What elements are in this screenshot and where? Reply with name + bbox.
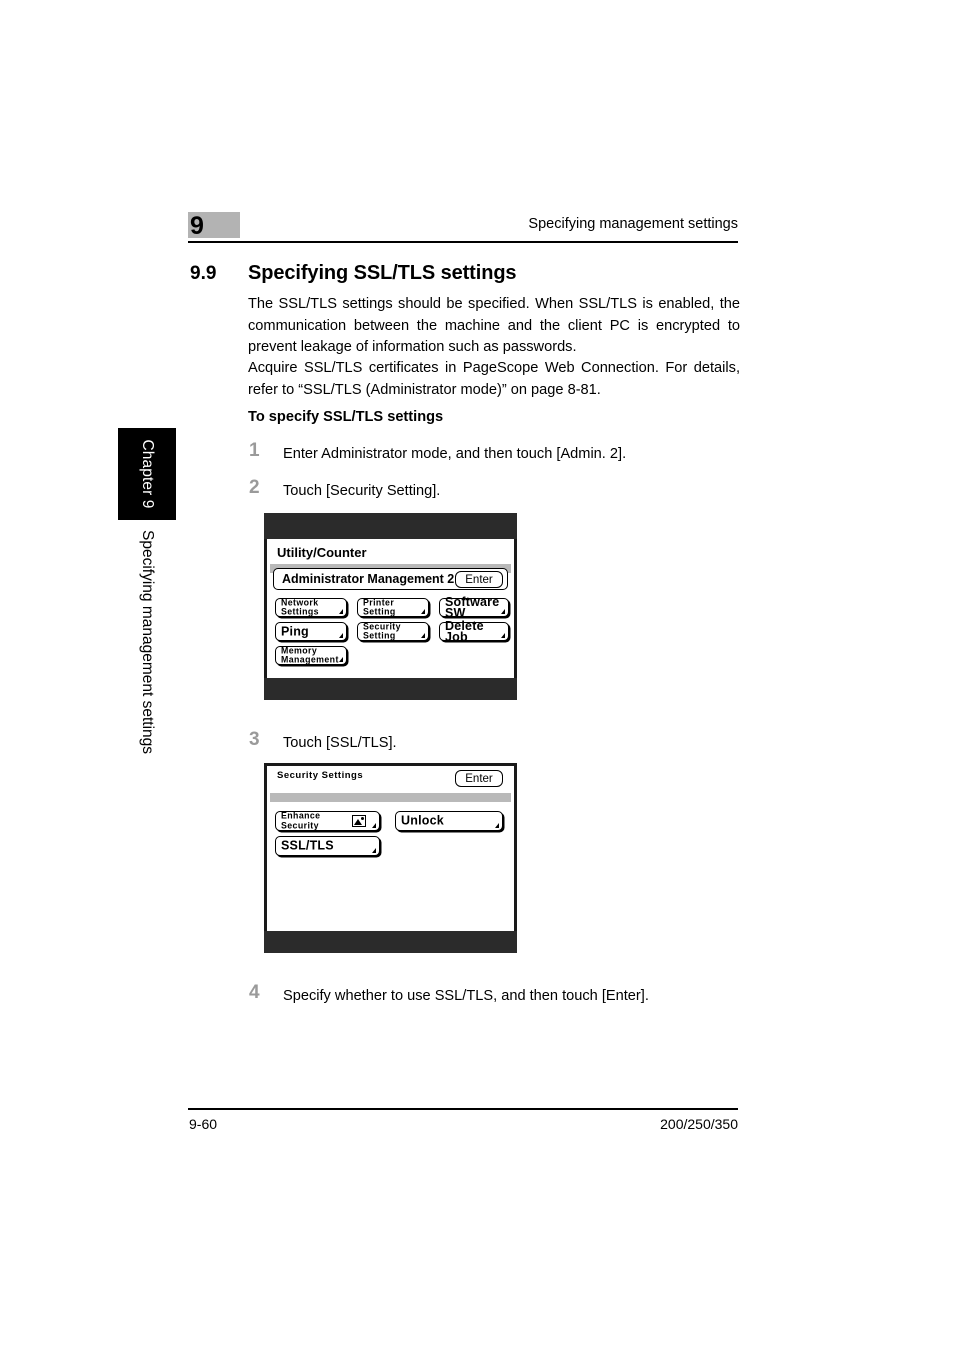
step-number-2: 2 bbox=[249, 477, 260, 498]
button-security-setting[interactable]: Security Setting bbox=[357, 621, 429, 641]
step-number-3: 3 bbox=[249, 729, 260, 750]
button-corner-icon bbox=[501, 633, 505, 638]
button-network-settings[interactable]: Network Settings bbox=[275, 597, 347, 617]
button-label: Memory Management bbox=[281, 645, 339, 665]
button-label: Network Settings bbox=[281, 597, 319, 617]
chapter-tab: Chapter 9 bbox=[118, 428, 176, 520]
lcd-bottom-band bbox=[264, 678, 517, 700]
button-ping[interactable]: Ping bbox=[275, 622, 347, 641]
sidebar-vertical-title-label: Specifying management settings bbox=[139, 530, 156, 755]
header-divider bbox=[188, 241, 738, 243]
button-memory-management[interactable]: Memory Management bbox=[275, 645, 347, 665]
button-label: SSL/TLS bbox=[281, 838, 334, 853]
button-software-sw[interactable]: Software SW bbox=[439, 594, 509, 620]
step-text-3: Touch [SSL/TLS]. bbox=[283, 735, 397, 751]
enter-button[interactable]: Enter bbox=[455, 770, 503, 787]
button-corner-icon bbox=[421, 609, 425, 614]
step-number-1: 1 bbox=[249, 440, 260, 461]
button-corner-icon bbox=[372, 848, 376, 853]
running-head: 9 Specifying management settings bbox=[188, 212, 738, 244]
step-text-1: Enter Administrator mode, and then touch… bbox=[283, 446, 627, 462]
footer-page-number: 9-60 bbox=[189, 1116, 218, 1132]
page-title: Specifying SSL/TLS settings bbox=[248, 262, 517, 284]
enter-button[interactable]: Enter bbox=[455, 571, 503, 588]
footer-model-numbers: 200/250/350 bbox=[660, 1116, 738, 1132]
chapter-tab-label: Chapter 9 bbox=[139, 439, 156, 509]
button-ssl-tls[interactable]: SSL/TLS bbox=[275, 836, 380, 856]
lcd-bottom-band bbox=[264, 931, 517, 953]
button-label: Ping bbox=[281, 624, 309, 638]
intro-paragraph-2: Acquire SSL/TLS certificates in PageScop… bbox=[248, 360, 740, 398]
lcd-screen-title: Utility/Counter bbox=[277, 545, 367, 560]
button-corner-icon bbox=[372, 823, 376, 828]
step-text-4: Specify whether to use SSL/TLS, and then… bbox=[283, 988, 649, 1004]
intro-paragraph-1: The SSL/TLS settings should be specified… bbox=[248, 296, 740, 355]
lcd-top-band bbox=[264, 513, 517, 539]
lcd-screen-title: Security Settings bbox=[277, 770, 364, 781]
button-label: Software SW bbox=[445, 594, 500, 620]
button-delete-job[interactable]: Delete Job bbox=[439, 618, 509, 644]
button-label: Unlock bbox=[401, 813, 444, 828]
lcd-screen-area: Utility/Counter Administrator Management… bbox=[264, 539, 517, 678]
button-unlock[interactable]: Unlock bbox=[395, 811, 503, 831]
button-corner-icon bbox=[339, 633, 343, 638]
sidebar-vertical-title: Specifying management settings bbox=[118, 530, 176, 820]
step-number-4: 4 bbox=[249, 982, 260, 1003]
procedure-subheading: To specify SSL/TLS settings bbox=[248, 409, 444, 425]
lcd-screenshot-admin-management: Utility/Counter Administrator Management… bbox=[264, 513, 517, 700]
button-printer-setting[interactable]: Printer Setting bbox=[357, 597, 429, 617]
button-label: Enhance Security bbox=[281, 810, 321, 830]
lcd-screenshot-security-settings: Security Settings Enter Enhance Security… bbox=[264, 763, 517, 953]
button-corner-icon bbox=[339, 609, 343, 614]
button-corner-icon bbox=[421, 633, 425, 638]
lcd-titlebar-label: Administrator Management 2 bbox=[282, 572, 455, 586]
button-label: Printer Setting bbox=[363, 597, 396, 617]
page-canvas: Chapter 9 Specifying management settings… bbox=[0, 0, 954, 1350]
button-corner-icon bbox=[501, 609, 505, 614]
button-corner-icon bbox=[495, 823, 499, 828]
step-text-2: Touch [Security Setting]. bbox=[283, 483, 441, 499]
image-glyph-icon bbox=[352, 815, 366, 827]
footer-divider bbox=[188, 1108, 738, 1110]
lcd-gray-separator bbox=[270, 793, 511, 802]
section-number: 9.9 bbox=[190, 263, 217, 284]
chapter-number: 9 bbox=[190, 212, 204, 240]
running-head-title: Specifying management settings bbox=[528, 216, 738, 232]
button-label: Security Setting bbox=[363, 621, 401, 641]
button-corner-icon bbox=[339, 657, 343, 662]
button-enhance-security[interactable]: Enhance Security bbox=[275, 811, 380, 831]
lcd-screen-area: Security Settings Enter Enhance Security… bbox=[264, 763, 517, 931]
button-label: Delete Job bbox=[445, 618, 484, 644]
